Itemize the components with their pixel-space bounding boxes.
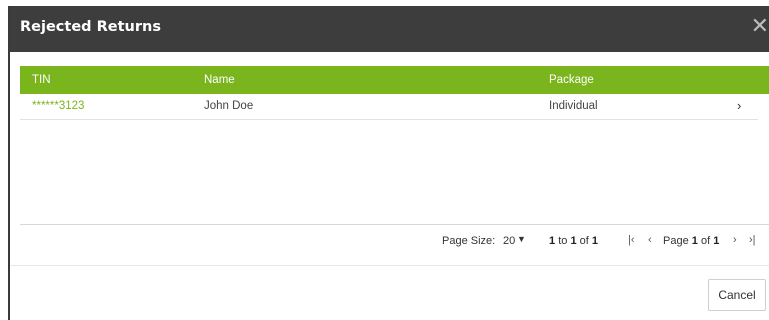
range-from: 1	[549, 235, 556, 247]
cancel-button[interactable]: Cancel	[708, 279, 766, 311]
current-page: 1	[691, 235, 698, 247]
pagination-bar: Page Size: 20 ▼ 1 to 1 of 1 |‹ ‹ Page 1 …	[20, 224, 769, 249]
total-pages: 1	[713, 235, 720, 247]
column-header-name[interactable]: Name	[204, 74, 235, 86]
range-to: 1	[570, 235, 577, 247]
close-icon[interactable]: ✕	[751, 16, 769, 38]
last-page-icon[interactable]: ›|	[749, 234, 756, 246]
chevron-right-icon[interactable]: ›	[737, 98, 741, 113]
range-of-word: of	[579, 235, 589, 247]
column-header-tin[interactable]: TIN	[32, 74, 51, 86]
page-word: Page	[663, 235, 689, 247]
dialog-header: Rejected Returns ✕	[10, 6, 769, 52]
caret-down-icon[interactable]: ▼	[517, 234, 526, 244]
next-page-icon[interactable]: ›	[733, 234, 737, 246]
column-header-package[interactable]: Package	[549, 74, 594, 86]
row-tin[interactable]: ******3123	[32, 100, 84, 112]
page-size-label: Page Size:	[442, 235, 496, 247]
page-size-select[interactable]: 20	[503, 235, 515, 247]
range-total: 1	[591, 235, 598, 247]
page-of-word: of	[700, 235, 711, 247]
dialog-title: Rejected Returns	[20, 19, 161, 35]
row-package: Individual	[549, 100, 598, 112]
row-name: John Doe	[204, 100, 254, 112]
grid-header-row: TIN Name Package	[20, 66, 769, 94]
prev-page-icon[interactable]: ‹	[648, 234, 652, 246]
range-to-word: to	[558, 235, 568, 247]
first-page-icon[interactable]: |‹	[628, 234, 635, 246]
record-range: 1 to 1 of 1	[549, 235, 598, 247]
footer-divider	[10, 265, 769, 266]
page-indicator: Page 1 of 1	[663, 235, 719, 247]
rejected-returns-dialog: Rejected Returns ✕ TIN Name Package ****…	[8, 6, 769, 320]
table-row[interactable]: ******3123 John Doe Individual ›	[20, 94, 758, 120]
returns-grid: TIN Name Package ******3123 John Doe Ind…	[20, 66, 769, 228]
